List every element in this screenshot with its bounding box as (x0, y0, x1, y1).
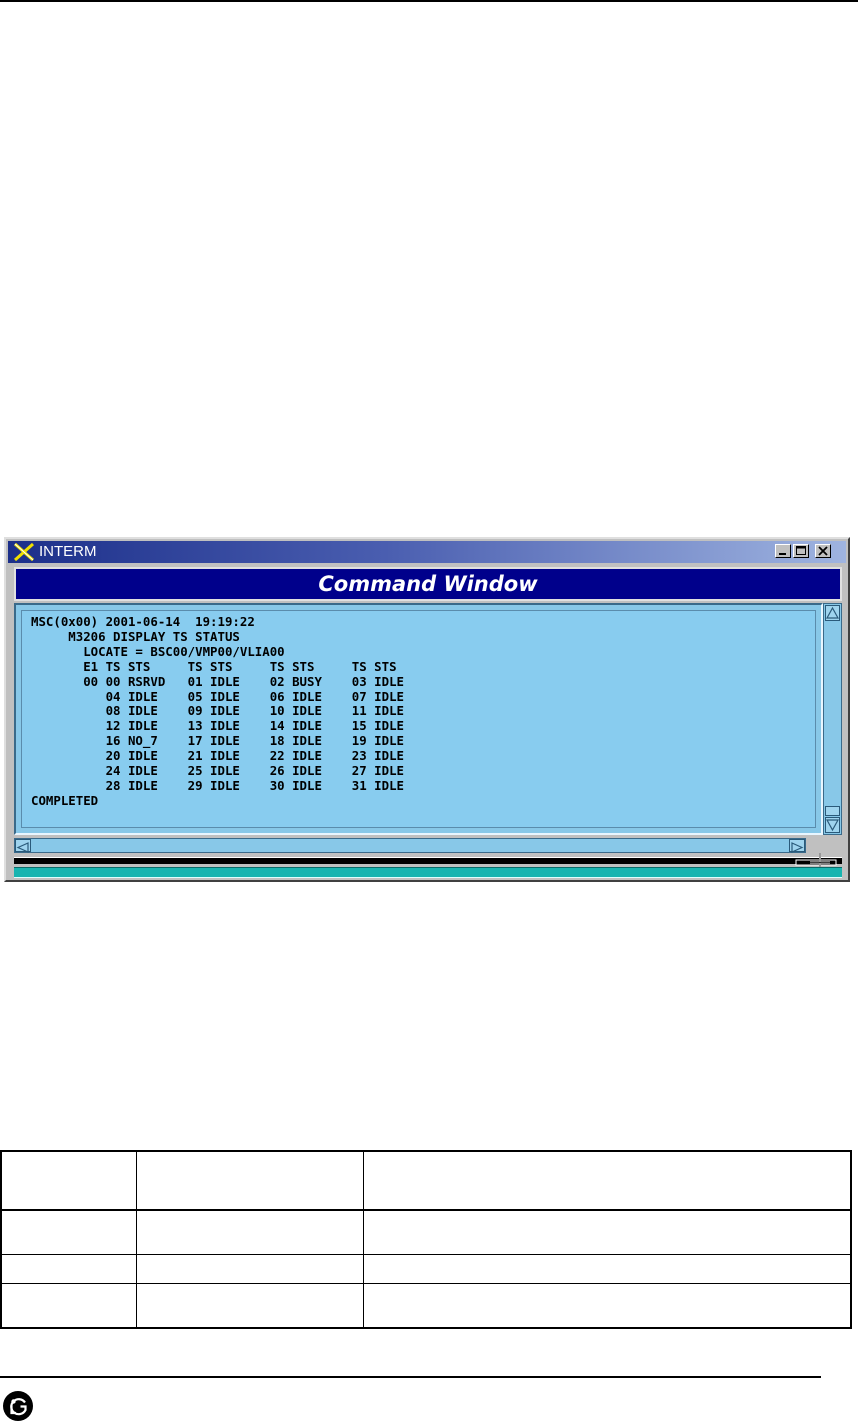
table-cell (135, 1253, 364, 1285)
scroll-left-button[interactable] (15, 839, 31, 853)
terminal-line: LOCATE = BSC00/VMP00/VLIA00 (31, 643, 285, 659)
top-rule (0, 0, 858, 2)
table-cell (362, 1150, 852, 1211)
status-bar (14, 867, 842, 878)
horizontal-scrollbar[interactable] (14, 838, 806, 853)
terminal-line: 28 IDLE 29 IDLE 30 IDLE 31 IDLE (31, 777, 404, 793)
table-cell (135, 1283, 364, 1329)
table-cell (135, 1209, 364, 1255)
table-row (0, 1253, 852, 1285)
terminal-frame: MSC(0x00) 2001-06-14 19:19:22 M3206 DISP… (14, 603, 823, 835)
info-table (0, 1150, 852, 1329)
terminal-line: 04 IDLE 05 IDLE 06 IDLE 07 IDLE (31, 688, 404, 704)
scroll-up-button[interactable] (825, 605, 840, 621)
terminal-line: MSC(0x00) 2001-06-14 19:19:22 (31, 614, 255, 629)
vertical-scroll-thumb[interactable] (825, 806, 840, 816)
table-cell (0, 1209, 137, 1255)
table-cell (362, 1209, 852, 1255)
table-cell (0, 1150, 137, 1211)
table-row (0, 1150, 852, 1211)
terminal-line: 16 NO_7 17 IDLE 18 IDLE 19 IDLE (31, 733, 404, 749)
table-row (0, 1283, 852, 1329)
footer-rule (0, 1376, 821, 1378)
terminal-output: MSC(0x00) 2001-06-14 19:19:22 M3206 DISP… (31, 614, 404, 809)
table-cell (362, 1253, 852, 1285)
terminal-line: 24 IDLE 25 IDLE 26 IDLE 27 IDLE (31, 763, 404, 779)
command-window-title: Command Window (318, 572, 538, 596)
table-cell (0, 1283, 137, 1329)
close-icon (818, 546, 828, 556)
maximize-button[interactable] (793, 544, 809, 558)
scroll-right-button[interactable] (789, 839, 805, 853)
terminal-line: COMPLETED (31, 792, 99, 808)
terminal-line: 00 00 RSRVD 01 IDLE 02 BUSY 03 IDLE (31, 673, 404, 689)
close-button[interactable] (815, 544, 831, 558)
x-app-icon (14, 543, 34, 561)
title-bar[interactable]: INTERM (8, 541, 846, 563)
table-cell (362, 1283, 852, 1329)
triangle-left-icon (16, 842, 29, 853)
terminal-line: 08 IDLE 09 IDLE 10 IDLE 11 IDLE (31, 703, 404, 719)
terminal-line: M3206 DISPLAY TS STATUS (31, 628, 240, 644)
command-window-header: Command Window (14, 567, 842, 601)
window-title: INTERM (39, 543, 97, 560)
minimize-button[interactable] (775, 544, 791, 558)
triangle-up-icon (825, 606, 840, 619)
table-cell (135, 1150, 364, 1211)
triangle-down-icon (825, 819, 840, 832)
terminal-output-area[interactable]: MSC(0x00) 2001-06-14 19:19:22 M3206 DISP… (21, 610, 816, 828)
terminal-line: 12 IDLE 13 IDLE 14 IDLE 15 IDLE (31, 718, 404, 734)
scroll-down-button[interactable] (825, 817, 840, 833)
table-cell (0, 1253, 137, 1285)
pane-divider[interactable] (14, 857, 842, 864)
interm-window: INTERM Command Window MSC(0x00) 2001-06-… (4, 537, 850, 882)
lg-logo-icon (3, 1391, 33, 1421)
vertical-scrollbar[interactable] (823, 603, 842, 835)
minimize-icon (779, 553, 786, 555)
table-row (0, 1209, 852, 1255)
maximize-icon (796, 546, 806, 555)
terminal-line: 20 IDLE 21 IDLE 22 IDLE 23 IDLE (31, 748, 404, 764)
terminal-line: E1 TS STS TS STS TS STS TS STS (31, 658, 397, 674)
